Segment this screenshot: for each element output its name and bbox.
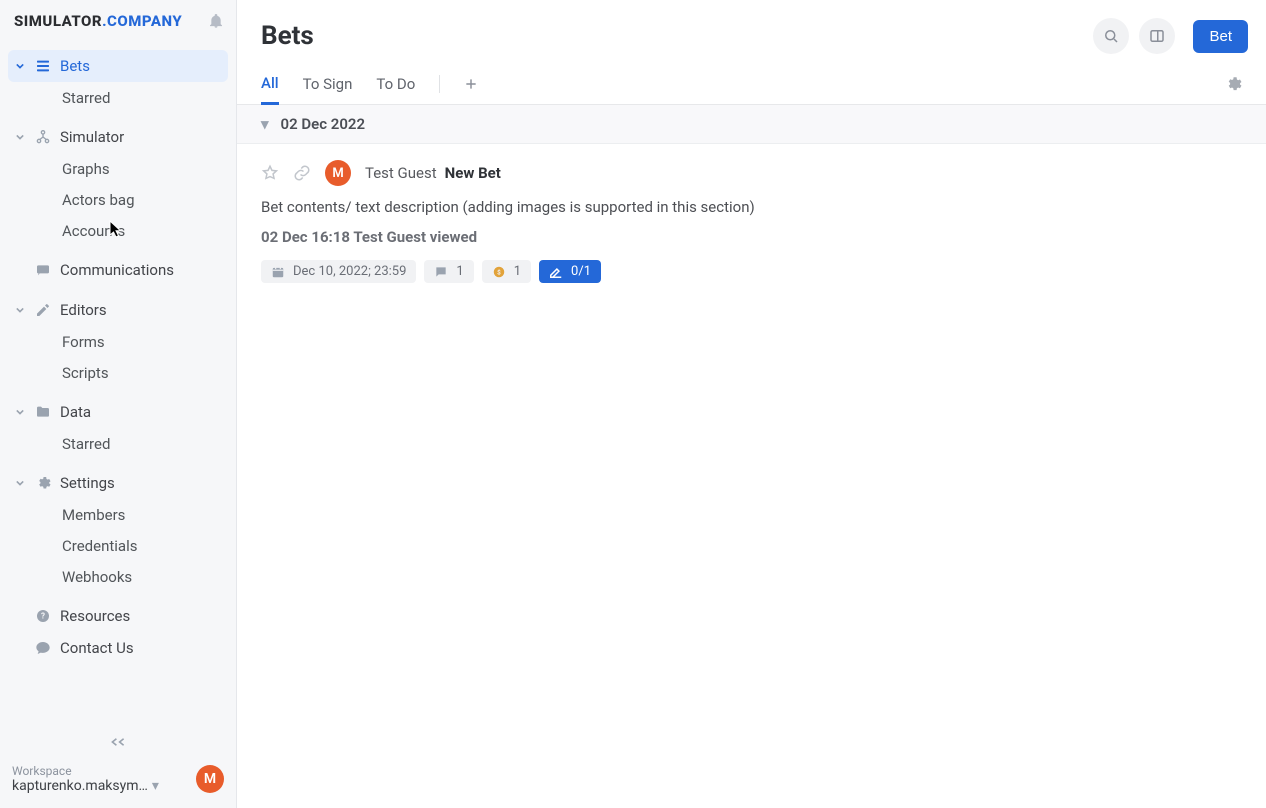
- speech-icon: [34, 640, 52, 656]
- group-date: 02 Dec 2022: [281, 115, 366, 133]
- add-tab-button[interactable]: [464, 77, 478, 91]
- author-avatar[interactable]: M: [325, 160, 351, 186]
- chevron-down-icon: [14, 133, 26, 141]
- sidebar-item-resources[interactable]: ? Resources: [0, 600, 236, 632]
- bet-title: New Bet: [445, 164, 501, 182]
- chip-label: Dec 10, 2022; 23:59: [293, 264, 406, 279]
- sidebar-label: Simulator: [60, 128, 124, 146]
- folder-icon: [34, 404, 52, 420]
- chip-sign[interactable]: 0/1: [539, 260, 601, 283]
- bet-button[interactable]: Bet: [1193, 20, 1248, 53]
- bell-icon[interactable]: [208, 13, 224, 29]
- chip-due-date[interactable]: Dec 10, 2022; 23:59: [261, 260, 416, 283]
- group-header[interactable]: ▾ 02 Dec 2022: [237, 105, 1266, 144]
- tab-to-sign[interactable]: To Sign: [303, 75, 353, 103]
- brand-primary: SIMULATOR: [14, 12, 102, 30]
- tab-to-do[interactable]: To Do: [376, 75, 415, 103]
- brand-secondary: .COMPANY: [102, 12, 182, 30]
- avatar-letter: M: [332, 166, 343, 181]
- sidebar-sublabel: Credentials: [62, 537, 137, 555]
- sidebar-item-forms[interactable]: Forms: [0, 326, 236, 357]
- svg-text:?: ?: [41, 612, 45, 621]
- coin-icon: $: [492, 265, 506, 279]
- sidebar-label: Resources: [60, 607, 130, 625]
- sidebar-item-bets[interactable]: Bets: [8, 50, 228, 82]
- sidebar-sublabel: Webhooks: [62, 568, 132, 586]
- chevron-down-icon: [14, 306, 26, 314]
- sidebar-item-credentials[interactable]: Credentials: [0, 530, 236, 561]
- brand[interactable]: SIMULATOR.COMPANY: [14, 12, 208, 30]
- bet-card[interactable]: M Test Guest New Bet Bet contents/ text …: [237, 144, 1266, 303]
- chip-label: 0/1: [571, 264, 591, 279]
- sidebar-item-actors-bag[interactable]: Actors bag: [0, 184, 236, 215]
- comment-icon: [434, 265, 448, 279]
- sidebar-label: Bets: [60, 57, 90, 75]
- tab-all[interactable]: All: [261, 74, 279, 105]
- link-icon[interactable]: [293, 164, 311, 182]
- sidebar-label: Editors: [60, 301, 107, 319]
- sidebar-sublabel: Members: [62, 506, 125, 524]
- chip-comments[interactable]: 1: [424, 260, 473, 283]
- workspace-label: Workspace: [12, 764, 184, 778]
- calendar-icon: [271, 265, 285, 279]
- tab-separator: [439, 75, 440, 93]
- sign-icon: [549, 265, 563, 279]
- sidebar-item-bets-starred[interactable]: Starred: [0, 82, 236, 113]
- sidebar-sublabel: Actors bag: [62, 191, 135, 209]
- nodes-icon: [34, 129, 52, 145]
- pencil-icon: [34, 302, 52, 318]
- chevron-down-icon: [14, 479, 26, 487]
- sidebar-nav: Bets Starred Simulator Graphs Actors bag…: [0, 42, 236, 730]
- sidebar-item-communications[interactable]: Communications: [0, 254, 236, 286]
- sidebar-sublabel: Graphs: [62, 160, 110, 178]
- page-title: Bets: [261, 21, 1093, 51]
- sidebar-sublabel: Scripts: [62, 364, 109, 382]
- workspace-switcher[interactable]: Workspace kapturenko.maksym… ▾ M: [0, 756, 236, 808]
- sidebar-label: Data: [60, 403, 91, 421]
- sidebar-item-settings[interactable]: Settings: [0, 467, 236, 499]
- sidebar-label: Communications: [60, 261, 174, 279]
- chip-label: 1: [456, 264, 463, 279]
- sidebar-item-simulator[interactable]: Simulator: [0, 121, 236, 153]
- sidebar-sublabel: Starred: [62, 435, 110, 453]
- page-header: Bets Bet: [237, 0, 1266, 54]
- sidebar-item-members[interactable]: Members: [0, 499, 236, 530]
- tabs: All To Sign To Do: [237, 54, 1266, 105]
- avatar[interactable]: M: [196, 765, 224, 793]
- workspace-value: kapturenko.maksym…: [12, 778, 148, 794]
- caret-down-icon: ▾: [152, 778, 159, 794]
- bet-description: Bet contents/ text description (adding i…: [261, 198, 1242, 216]
- sidebar-item-accounts[interactable]: Accounts: [0, 215, 236, 246]
- sidebar-item-scripts[interactable]: Scripts: [0, 357, 236, 388]
- chat-icon: [34, 262, 52, 278]
- sidebar-label: Contact Us: [60, 639, 134, 657]
- svg-text:$: $: [497, 268, 501, 276]
- sidebar-label: Settings: [60, 474, 115, 492]
- search-button[interactable]: [1093, 18, 1129, 54]
- stream-icon: [34, 58, 52, 74]
- sidebar-item-graphs[interactable]: Graphs: [0, 153, 236, 184]
- tabs-settings-button[interactable]: [1224, 75, 1242, 93]
- avatar-letter: M: [204, 771, 216, 787]
- bet-author: Test Guest: [365, 164, 437, 182]
- sidebar-sublabel: Starred: [62, 89, 110, 107]
- collapse-sidebar-button[interactable]: [0, 730, 236, 756]
- sidebar-item-data[interactable]: Data: [0, 396, 236, 428]
- panel-toggle-button[interactable]: [1139, 18, 1175, 54]
- gear-icon: [34, 475, 52, 491]
- help-icon: ?: [34, 608, 52, 624]
- star-icon[interactable]: [261, 164, 279, 182]
- chevron-down-icon: [14, 408, 26, 416]
- sidebar-item-editors[interactable]: Editors: [0, 294, 236, 326]
- sidebar-sublabel: Forms: [62, 333, 105, 351]
- caret-down-icon: ▾: [261, 115, 269, 133]
- sidebar-item-contact[interactable]: Contact Us: [0, 632, 236, 664]
- chevron-down-icon: [14, 62, 26, 70]
- sidebar-item-data-starred[interactable]: Starred: [0, 428, 236, 459]
- chip-coins[interactable]: $ 1: [482, 260, 531, 283]
- sidebar-item-webhooks[interactable]: Webhooks: [0, 561, 236, 592]
- bet-activity: 02 Dec 16:18 Test Guest viewed: [261, 228, 1242, 246]
- sidebar-sublabel: Accounts: [62, 222, 125, 240]
- chip-label: 1: [514, 264, 521, 279]
